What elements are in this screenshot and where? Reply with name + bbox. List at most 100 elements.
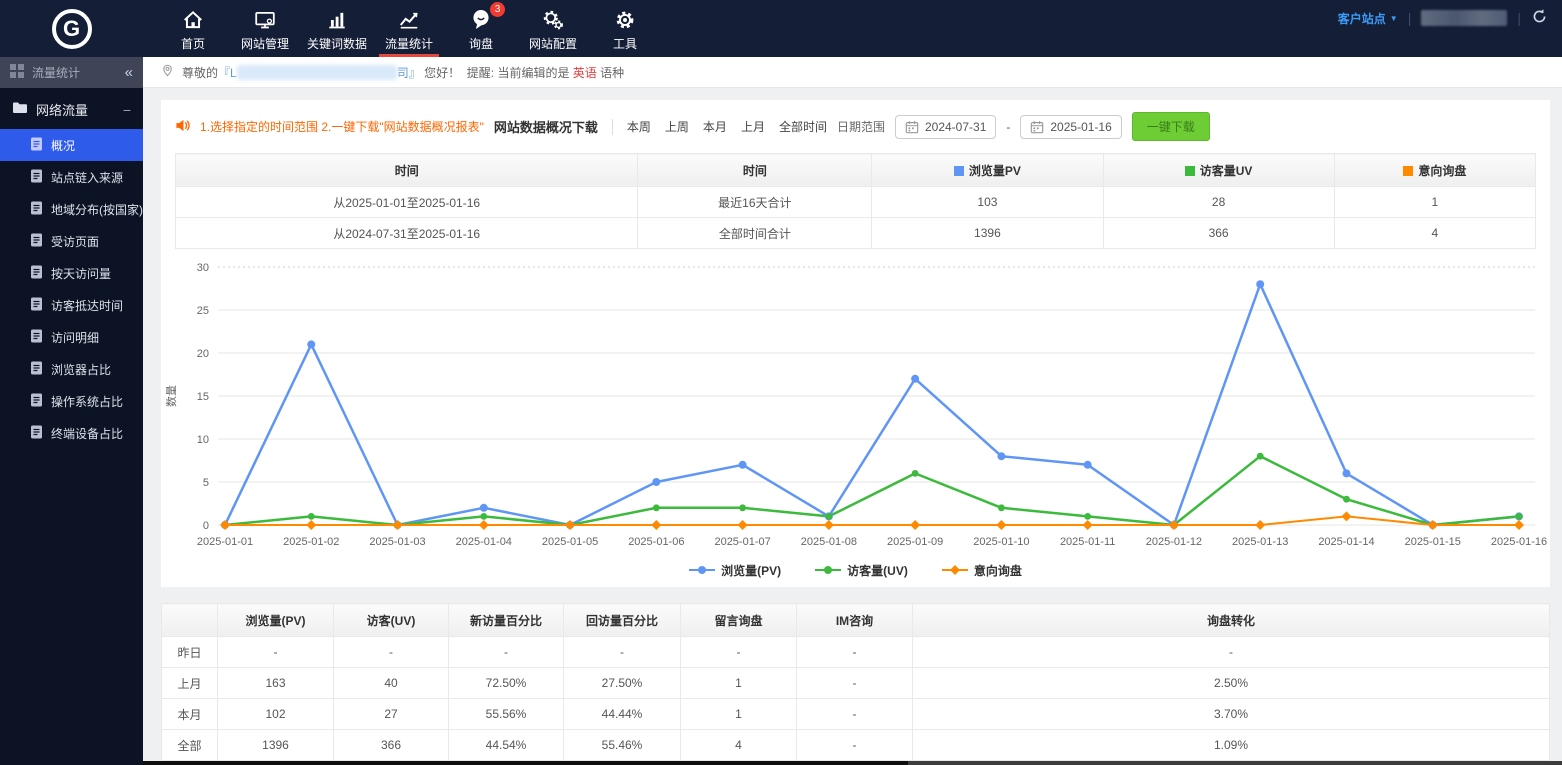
- x-axis-labels: 2025-01-012025-01-022025-01-032025-01-04…: [197, 536, 1547, 548]
- summary-table: 时间 时间 浏览量PV 访客量UV 意向询盘 从2025-01-01至2025-…: [175, 153, 1536, 249]
- date-from-value: 2024-07-31: [925, 120, 986, 134]
- bar-chart-icon: [326, 8, 348, 32]
- nav-tab-keyword-data[interactable]: 关键词数据: [301, 0, 373, 57]
- document-icon: [30, 361, 43, 378]
- calendar-icon: [905, 120, 919, 134]
- chart-legend: 浏览量(PV) 访客量(UV) 意向询盘: [161, 557, 1550, 587]
- svg-text:0: 0: [203, 520, 209, 532]
- col-im-consult: IM咨询: [797, 604, 913, 637]
- sidebar-item-inbound-sources[interactable]: 站点链入来源: [0, 161, 143, 193]
- legend-item-1[interactable]: 访客量(UV): [815, 562, 908, 579]
- nav-tab-label: 工具: [613, 35, 637, 52]
- col-time-range: 时间: [176, 154, 638, 187]
- nav-tab-traffic-stats[interactable]: 流量统计: [373, 0, 445, 57]
- sidebar-item-os-share[interactable]: 操作系统占比: [0, 385, 143, 417]
- divider: |: [1408, 10, 1412, 26]
- svg-text:2025-01-09: 2025-01-09: [887, 536, 943, 548]
- legend-item-2[interactable]: 意向询盘: [942, 562, 1022, 579]
- range-last-month[interactable]: 上月: [741, 118, 765, 135]
- inquiry-badge: 3: [490, 2, 505, 17]
- nav-tab-label: 流量统计: [385, 35, 433, 52]
- svg-text:2025-01-06: 2025-01-06: [628, 536, 684, 548]
- col-uv: 访客量UV: [1103, 154, 1334, 187]
- nav-tab-home[interactable]: 首页: [157, 0, 229, 57]
- site-selector-dropdown[interactable]: 客户站点 ▼: [1338, 10, 1398, 27]
- nav-tab-site-management[interactable]: 网站管理: [229, 0, 301, 57]
- refresh-icon[interactable]: [1531, 8, 1548, 28]
- col-empty: [162, 604, 218, 637]
- sidebar-item-overview[interactable]: 概况: [0, 129, 143, 161]
- range-this-week[interactable]: 本周: [627, 118, 651, 135]
- svg-text:15: 15: [197, 391, 209, 403]
- scrollbar-thumb[interactable]: [143, 761, 908, 765]
- panel-title: 网站数据概况下载: [494, 117, 598, 136]
- uv-color-square: [1185, 166, 1195, 176]
- col-uv: 访客(UV): [334, 604, 449, 637]
- svg-text:2025-01-02: 2025-01-02: [283, 536, 339, 548]
- nav-tab-site-config[interactable]: 网站配置: [517, 0, 589, 57]
- sidebar-item-device-share[interactable]: 终端设备占比: [0, 417, 143, 449]
- range-all-time[interactable]: 全部时间: [779, 118, 827, 135]
- svg-text:25: 25: [197, 305, 209, 317]
- nav-tab-label: 网站管理: [241, 35, 289, 52]
- cell-range: 从2024-07-31至2025-01-16: [176, 218, 638, 249]
- chat-balloon-icon: 3: [469, 8, 493, 32]
- svg-text:2025-01-16: 2025-01-16: [1491, 536, 1547, 548]
- sidebar-item-visitor-arrival-time[interactable]: 访客抵达时间: [0, 289, 143, 321]
- nav-tab-inquiries[interactable]: 3 询盘: [445, 0, 517, 57]
- table-row: 从2024-07-31至2025-01-16 全部时间合计 1396 366 4: [176, 218, 1536, 249]
- document-icon: [30, 329, 43, 346]
- document-icon: [30, 393, 43, 410]
- svg-text:2025-01-10: 2025-01-10: [973, 536, 1029, 548]
- sidebar-item-browser-share[interactable]: 浏览器占比: [0, 353, 143, 385]
- date-from-input[interactable]: 2024-07-31: [895, 115, 996, 139]
- download-toolbar: 1.选择指定的时间范围 2.一键下载"网站数据概况报表" 网站数据概况下载 本周…: [161, 100, 1550, 151]
- sidebar-item-geo-distribution[interactable]: 地域分布(按国家): [0, 193, 143, 225]
- series-line-1: [225, 456, 1519, 525]
- cell-pv: 1396: [872, 218, 1103, 249]
- range-last-week[interactable]: 上周: [665, 118, 689, 135]
- sidebar-section-network-traffic[interactable]: 网络流量 −: [0, 88, 143, 129]
- one-click-download-button[interactable]: 一键下载: [1132, 112, 1210, 141]
- collapse-sidebar-icon[interactable]: «: [125, 64, 133, 81]
- sidebar-item-visited-pages[interactable]: 受访页面: [0, 225, 143, 257]
- svg-text:20: 20: [197, 348, 209, 360]
- stats-header-row: 浏览量(PV) 访客(UV) 新访量百分比 回访量百分比 留言询盘 IM咨询 询…: [162, 604, 1550, 637]
- location-pin-icon: [161, 63, 174, 81]
- overview-panel: 1.选择指定的时间范围 2.一键下载"网站数据概况报表" 网站数据概况下载 本周…: [161, 100, 1550, 587]
- horizontal-scrollbar[interactable]: [143, 761, 1562, 765]
- svg-text:2025-01-15: 2025-01-15: [1405, 536, 1461, 548]
- col-time-label: 时间: [638, 154, 872, 187]
- date-to-input[interactable]: 2025-01-16: [1020, 115, 1121, 139]
- sidebar-item-visit-details[interactable]: 访问明细: [0, 321, 143, 353]
- app-logo[interactable]: G: [0, 0, 143, 57]
- legend-item-0[interactable]: 浏览量(PV): [689, 562, 781, 579]
- notice-reminder: 提醒: 当前编辑的是: [467, 66, 570, 80]
- notice-greeting: 您好！: [424, 66, 460, 80]
- sidebar-item-label: 受访页面: [51, 233, 99, 250]
- svg-text:5: 5: [203, 477, 209, 489]
- gear-icon: [614, 8, 636, 32]
- col-return-visit-pct: 回访量百分比: [564, 604, 681, 637]
- nav-tab-tools[interactable]: 工具: [589, 0, 661, 57]
- nav-tab-label: 关键词数据: [307, 35, 367, 52]
- line-chart-icon: [398, 8, 420, 32]
- logo-g-icon: G: [52, 9, 92, 49]
- legend-label: 浏览量(PV): [721, 562, 781, 579]
- date-range-label: 日期范围: [837, 118, 885, 135]
- notice-text: 尊敬的『L司』 您好！ 提醒: 当前编辑的是 英语 语种: [182, 64, 624, 81]
- sidebar-item-daily-visits[interactable]: 按天访问量: [0, 257, 143, 289]
- traffic-line-chart[interactable]: 051015202530数量2025-01-012025-01-022025-0…: [161, 257, 1550, 587]
- section-collapse-toggle[interactable]: −: [123, 102, 131, 118]
- grid-icon: [10, 64, 24, 81]
- chart-canvas[interactable]: 051015202530数量2025-01-012025-01-022025-0…: [161, 257, 1550, 557]
- sidebar-item-label: 浏览器占比: [51, 361, 111, 378]
- range-this-month[interactable]: 本月: [703, 118, 727, 135]
- calendar-icon: [1030, 120, 1044, 134]
- sidebar-item-label: 访客抵达时间: [51, 297, 123, 314]
- col-pv: 浏览量PV: [872, 154, 1103, 187]
- svg-text:2025-01-14: 2025-01-14: [1318, 536, 1374, 548]
- pv-color-square: [954, 166, 964, 176]
- notice-language: 英语: [573, 66, 597, 80]
- series-markers-0: [221, 280, 1523, 529]
